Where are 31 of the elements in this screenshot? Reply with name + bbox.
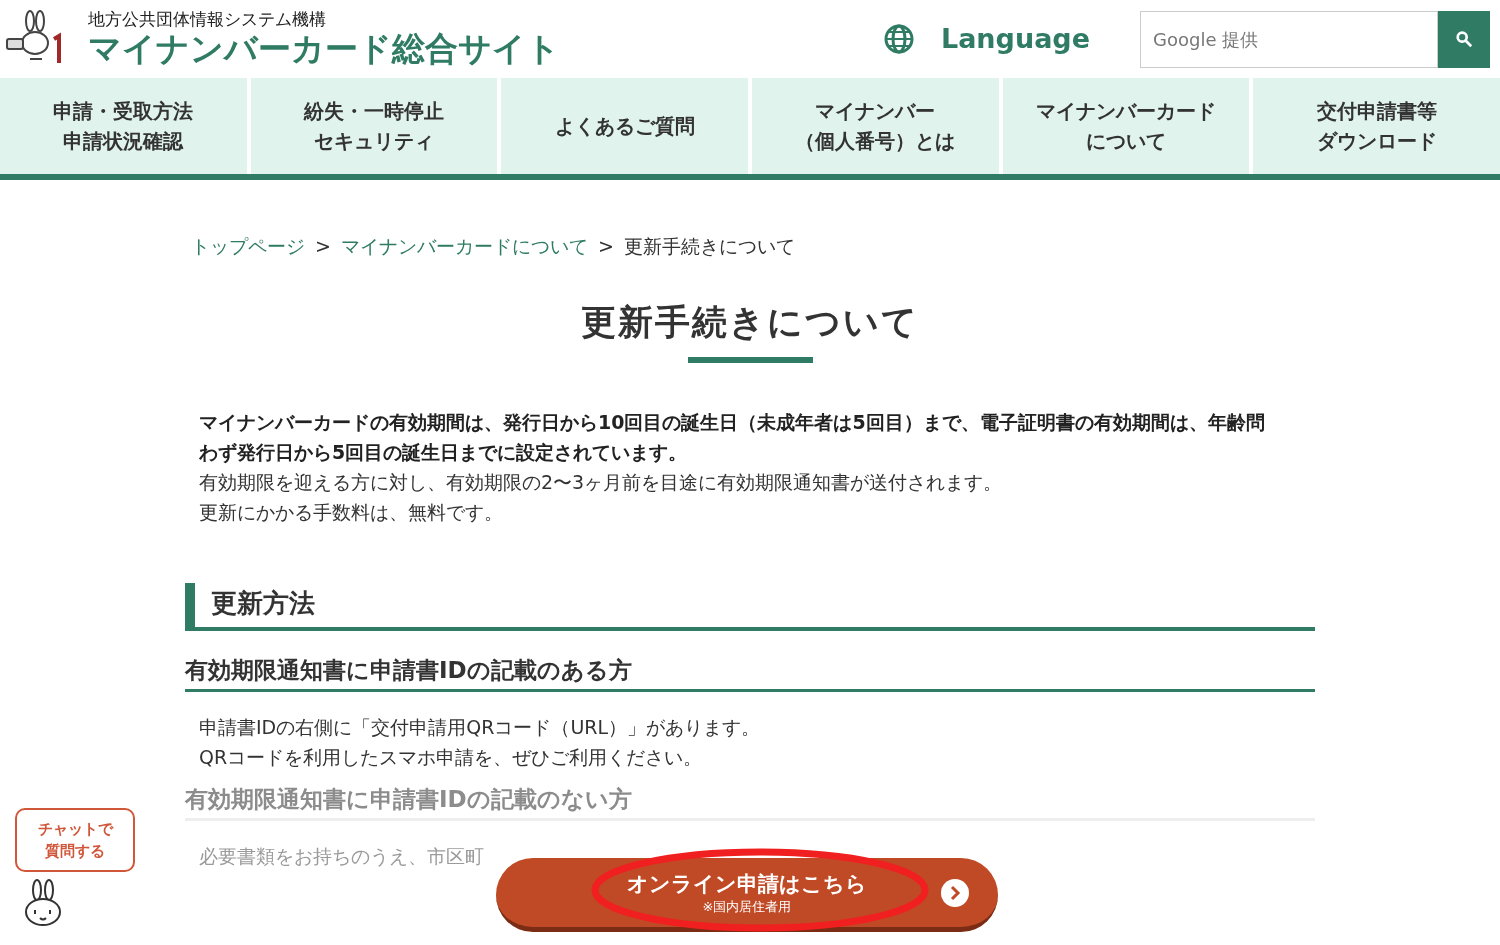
page-title: 更新手続きについて	[581, 300, 919, 344]
nav-tab[interactable]: 交付申請書等 ダウンロード	[1253, 78, 1500, 174]
intro-paragraph: 更新にかかる手数料は、無料です。	[199, 499, 504, 525]
body-text: 申請書IDの右側に「交付申請用QRコード（URL）」があります。	[198, 714, 762, 740]
nav-tab[interactable]: マイナンバーカード について	[1002, 78, 1250, 174]
breadcrumb-current: 更新手続きについて	[623, 234, 795, 259]
intro-paragraph: マイナンバーカードの有効期間は、発行日から10回目の誕生日（未成年者は5回目）まで、電子証明書の有効期間は、年齢問わず発行日から5回目の誕生日までに設定されています。	[199, 409, 1266, 465]
search-icon	[1455, 30, 1473, 48]
online-application-button[interactable]: オンライン申請はこちら ※国内居住者用	[496, 858, 998, 932]
breadcrumb-link[interactable]: トップページ	[191, 232, 305, 261]
subsection-heading: 有効期限通知書に申請書IDの記載のない方	[185, 781, 1315, 821]
organization-name: 地方公共団体情報システム機構	[88, 9, 327, 29]
nav-tab[interactable]: 申請・受取方法 申請状況確認	[0, 78, 247, 174]
nav-tab[interactable]: マイナンバー （個人番号）とは	[752, 78, 999, 174]
chevron-right-icon	[940, 877, 970, 908]
breadcrumb-separator: >	[315, 234, 331, 259]
body-text: 必要書類をお持ちのうえ、市区町	[198, 843, 485, 869]
nav-tab[interactable]: 紛失・一時停止 セキュリティ	[250, 78, 498, 174]
search-field[interactable]: Google 提供	[1140, 10, 1438, 68]
nav-tab[interactable]: よくあるご質問	[501, 78, 748, 174]
intro-paragraph: 有効期限を迎える方に対し、有効期限の2〜3ヶ月前を目途に有効期限通知書が送付されます。	[199, 469, 1004, 495]
globe-icon[interactable]	[882, 23, 915, 55]
section-heading: 更新方法	[185, 582, 1315, 631]
subsection-heading: 有効期限通知書に申請書IDの記載のある方	[185, 652, 1315, 692]
breadcrumb-link[interactable]: マイナンバーカードについて	[340, 232, 588, 261]
language-link[interactable]: Language	[940, 18, 1090, 60]
search-button[interactable]	[1438, 10, 1490, 68]
breadcrumb-separator: >	[597, 234, 614, 259]
body-text: QRコードを利用したスマホ申請を、ぜひご利用ください。	[198, 744, 704, 770]
site-title[interactable]: マイナンバーカード総合サイト	[88, 29, 560, 69]
chat-bubble[interactable]: チャットで 質問する	[15, 808, 135, 872]
